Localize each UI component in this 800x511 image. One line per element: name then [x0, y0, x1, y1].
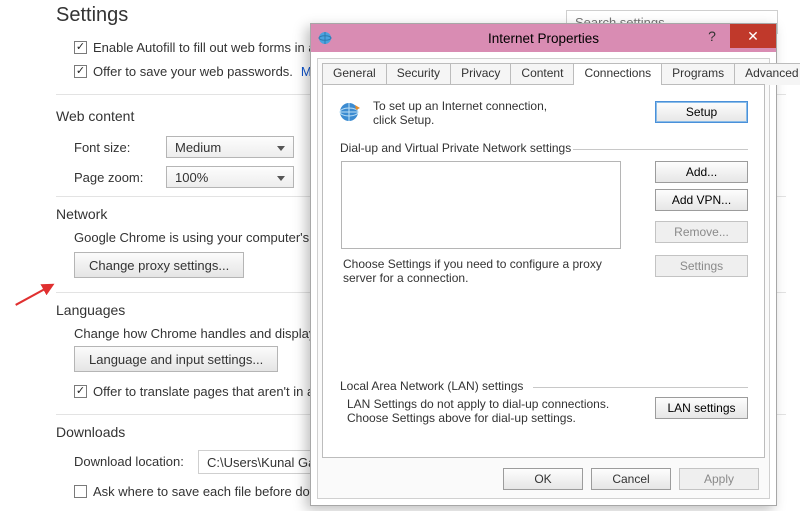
tab-content[interactable]: Content [510, 63, 574, 85]
downloads-heading: Downloads [56, 424, 125, 440]
setup-button-label: Setup [686, 105, 717, 119]
web-content-heading: Web content [56, 108, 134, 124]
language-settings-label: Language and input settings... [89, 352, 263, 367]
page-title: Settings [56, 4, 128, 27]
cancel-label: Cancel [612, 472, 649, 486]
ok-button[interactable]: OK [503, 468, 583, 490]
translate-checkbox[interactable] [74, 385, 87, 398]
group-line [573, 149, 748, 150]
cancel-button[interactable]: Cancel [591, 468, 671, 490]
tab-advanced[interactable]: Advanced [734, 63, 800, 85]
dialup-settings-button: Settings [655, 255, 748, 277]
lan-settings-button[interactable]: LAN settings [655, 397, 748, 419]
save-passwords-label: Offer to save your web passwords. [93, 64, 293, 79]
dialog-footer-buttons: OK Cancel Apply [503, 468, 759, 490]
font-size-label: Font size: [74, 140, 130, 155]
tab-panel: To set up an Internet connection, click … [322, 84, 765, 458]
setup-button[interactable]: Setup [655, 101, 748, 123]
languages-heading: Languages [56, 302, 125, 318]
help-button[interactable]: ? [694, 24, 730, 48]
page-zoom-select[interactable]: 100% [166, 166, 294, 188]
change-proxy-label: Change proxy settings... [89, 258, 229, 273]
setup-text: To set up an Internet connection, click … [373, 99, 573, 127]
font-size-select[interactable]: Medium [166, 136, 294, 158]
tab-strip: General Security Privacy Content Connect… [322, 63, 800, 85]
group-line [533, 387, 748, 388]
close-button[interactable]: ✕ [730, 24, 776, 48]
change-proxy-button[interactable]: Change proxy settings... [74, 252, 244, 278]
dialup-group-label: Dial-up and Virtual Private Network sett… [337, 141, 574, 155]
page-zoom-value: 100% [175, 170, 208, 185]
annotation-arrow [14, 280, 56, 308]
lan-desc-text: LAN Settings do not apply to dial-up con… [347, 397, 617, 425]
internet-properties-dialog: Internet Properties ? ✕ General Security… [310, 23, 777, 506]
tab-programs[interactable]: Programs [661, 63, 735, 85]
apply-label: Apply [704, 472, 734, 486]
remove-button-label: Remove... [674, 225, 729, 239]
remove-button: Remove... [655, 221, 748, 243]
add-vpn-button[interactable]: Add VPN... [655, 189, 748, 211]
download-location-label: Download location: [74, 454, 184, 469]
tab-privacy[interactable]: Privacy [450, 63, 511, 85]
tab-general[interactable]: General [322, 63, 387, 85]
language-settings-button[interactable]: Language and input settings... [74, 346, 278, 372]
add-button-label: Add... [686, 165, 717, 179]
add-button[interactable]: Add... [655, 161, 748, 183]
page-zoom-label: Page zoom: [74, 170, 143, 185]
tab-connections[interactable]: Connections [573, 63, 662, 85]
network-heading: Network [56, 206, 107, 222]
save-passwords-checkbox[interactable] [74, 65, 87, 78]
choose-settings-text: Choose Settings if you need to configure… [343, 257, 613, 285]
dialog-titlebar[interactable]: Internet Properties ? ✕ [311, 24, 776, 52]
lan-settings-label: LAN settings [667, 401, 735, 415]
connections-listbox[interactable] [341, 161, 621, 249]
viewport: Settings Enable Autofill to fill out web… [0, 0, 800, 511]
dialog-body: General Security Privacy Content Connect… [317, 58, 770, 499]
lan-group-label: Local Area Network (LAN) settings [337, 379, 526, 393]
tab-security[interactable]: Security [386, 63, 451, 85]
globe-setup-icon [337, 99, 363, 128]
ok-label: OK [534, 472, 551, 486]
autofill-checkbox[interactable] [74, 41, 87, 54]
apply-button: Apply [679, 468, 759, 490]
font-size-value: Medium [175, 140, 221, 155]
dialup-settings-label: Settings [680, 259, 723, 273]
ask-where-checkbox[interactable] [74, 485, 87, 498]
add-vpn-button-label: Add VPN... [672, 193, 731, 207]
